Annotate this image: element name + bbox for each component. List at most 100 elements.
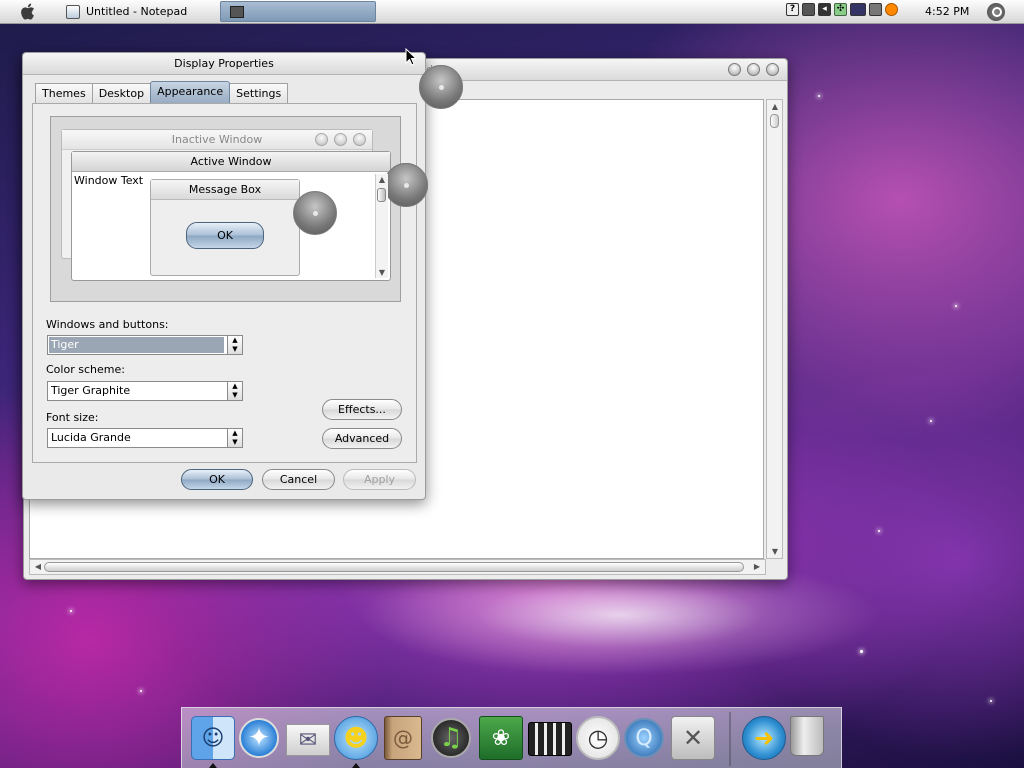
star	[878, 530, 880, 532]
mail-icon[interactable]: ✉	[286, 724, 330, 756]
active-window-titlebar: Active Window	[72, 152, 428, 207]
star	[818, 95, 820, 97]
dock-separator	[729, 712, 731, 766]
ical-icon[interactable]: ◷	[576, 716, 620, 760]
safari-icon[interactable]: ✦	[239, 718, 279, 758]
keyboard-icon[interactable]	[850, 3, 866, 16]
color-scheme-select[interactable]: Tiger Graphite ▲ ▼	[47, 381, 243, 401]
appearance-preview: Inactive Window Active Window Window Tex…	[50, 116, 428, 302]
scroll-up-icon[interactable]: ▲	[768, 102, 782, 111]
magnifier-icon[interactable]	[885, 3, 898, 16]
preview-scrollbar: ▲ ▼	[375, 174, 388, 278]
select-arrows-icon: ▲ ▼	[227, 336, 242, 354]
tab-settings[interactable]: Settings	[229, 83, 289, 103]
finder-icon[interactable]: ☺	[191, 716, 235, 760]
close-icon	[353, 133, 366, 146]
inactive-window-titlebar: Inactive Window	[62, 130, 372, 150]
system-tray: ? ◂ ✣	[786, 3, 898, 16]
internet-connect-icon[interactable]: ➜	[742, 716, 786, 760]
appearance-panel: Inactive Window Active Window Window Tex…	[32, 103, 428, 463]
windows-buttons-select[interactable]: Tiger ▲ ▼	[47, 335, 243, 355]
cancel-button[interactable]: Cancel	[262, 469, 335, 490]
color-scheme-label: Color scheme:	[46, 363, 125, 376]
scroll-thumb[interactable]	[44, 562, 744, 572]
message-box-ok-button: OK	[186, 222, 264, 249]
spotlight-search-icon[interactable]	[987, 3, 1005, 21]
scroll-left-icon[interactable]: ◀	[31, 562, 45, 571]
maximize-button[interactable]	[747, 63, 760, 76]
preview-message-box: Message Box OK	[150, 179, 337, 276]
minimize-icon	[315, 133, 328, 146]
close-button[interactable]	[419, 65, 463, 109]
ok-button[interactable]: OK	[181, 469, 253, 490]
select-arrows-icon: ▲ ▼	[227, 382, 242, 400]
mouse-cursor-icon	[405, 48, 417, 66]
tab-themes[interactable]: Themes	[35, 83, 93, 103]
star	[955, 305, 957, 307]
vertical-scrollbar[interactable]: ▲ ▼	[766, 99, 783, 559]
taskbar-item-notepad[interactable]: Untitled - Notepad	[60, 1, 218, 22]
star	[140, 690, 142, 692]
inactive-window-title: Inactive Window	[171, 133, 263, 146]
scroll-up-icon: ▲	[378, 175, 386, 184]
taskbar-item-label: Untitled - Notepad	[86, 5, 188, 18]
star	[930, 420, 932, 422]
scroll-down-icon: ▼	[378, 268, 386, 277]
apply-button[interactable]: Apply	[343, 469, 416, 490]
scroll-thumb	[377, 188, 386, 202]
close-icon	[293, 191, 337, 235]
dialog-titlebar[interactable]: Display Properties	[23, 53, 463, 109]
taskbar-item-display-properties[interactable]	[220, 1, 376, 22]
tab-desktop[interactable]: Desktop	[91, 83, 152, 103]
close-button[interactable]	[766, 63, 779, 76]
ichat-icon[interactable]: ☻	[334, 716, 378, 760]
scroll-thumb[interactable]	[770, 114, 779, 128]
display-properties-dialog: Display Properties Themes Desktop Appear…	[22, 52, 463, 500]
menu-clock[interactable]: 4:52 PM	[925, 5, 969, 18]
window-text-sample: Window Text	[74, 174, 144, 187]
font-size-value: Lucida Grande	[51, 431, 131, 444]
apple-menu-icon[interactable]	[19, 2, 37, 21]
address-book-icon[interactable]: @	[384, 716, 422, 760]
display-icon	[230, 6, 244, 18]
dialog-title: Display Properties	[174, 57, 274, 70]
quicktime-icon[interactable]: Q	[624, 718, 664, 758]
network-icon[interactable]: ✣	[834, 3, 847, 16]
close-icon	[384, 163, 428, 207]
itunes-icon[interactable]: ♫	[431, 718, 471, 758]
star	[860, 650, 863, 653]
windows-buttons-label: Windows and buttons:	[46, 318, 169, 331]
tab-bar: Themes Desktop Appearance Settings	[35, 81, 289, 103]
menu-bar: Untitled - Notepad ? ◂ ✣ 4:52 PM	[0, 0, 1024, 24]
display-icon[interactable]	[802, 3, 815, 16]
scroll-down-icon[interactable]: ▼	[768, 547, 782, 556]
horizontal-scrollbar[interactable]: ◀ ▶	[29, 559, 766, 575]
preview-active-window: Active Window Window Text ▲ ▼ Message Bo…	[71, 151, 428, 281]
iphoto-icon[interactable]: ❀	[479, 716, 523, 760]
system-preferences-icon[interactable]: ✕	[671, 716, 715, 760]
running-indicator	[352, 763, 360, 768]
tab-appearance[interactable]: Appearance	[150, 81, 231, 103]
message-box-title: Message Box	[188, 183, 262, 196]
volume-icon[interactable]: ◂	[818, 3, 831, 16]
help-icon[interactable]: ?	[786, 3, 799, 16]
star	[70, 610, 72, 612]
monitor-icon[interactable]	[869, 3, 882, 16]
maximize-icon	[334, 133, 347, 146]
effects-button[interactable]: Effects...	[322, 399, 402, 420]
scroll-right-icon[interactable]: ▶	[750, 562, 764, 571]
font-size-select[interactable]: Lucida Grande ▲ ▼	[47, 428, 243, 448]
advanced-button[interactable]: Advanced	[322, 428, 402, 449]
select-arrows-icon: ▲ ▼	[227, 429, 242, 447]
minimize-button[interactable]	[728, 63, 741, 76]
running-indicator	[209, 763, 217, 768]
star	[990, 700, 992, 702]
font-size-label: Font size:	[46, 411, 99, 424]
message-box-titlebar: Message Box	[151, 180, 337, 235]
dock: ☺ ✦ ✉ ☻ @ ♫ ❀ ◷ Q ✕ ➜	[181, 707, 842, 768]
notepad-icon	[66, 4, 80, 19]
windows-buttons-value: Tiger	[49, 337, 224, 353]
imovie-icon[interactable]	[528, 722, 572, 756]
trash-icon[interactable]	[790, 716, 824, 756]
active-window-title: Active Window	[190, 155, 272, 168]
